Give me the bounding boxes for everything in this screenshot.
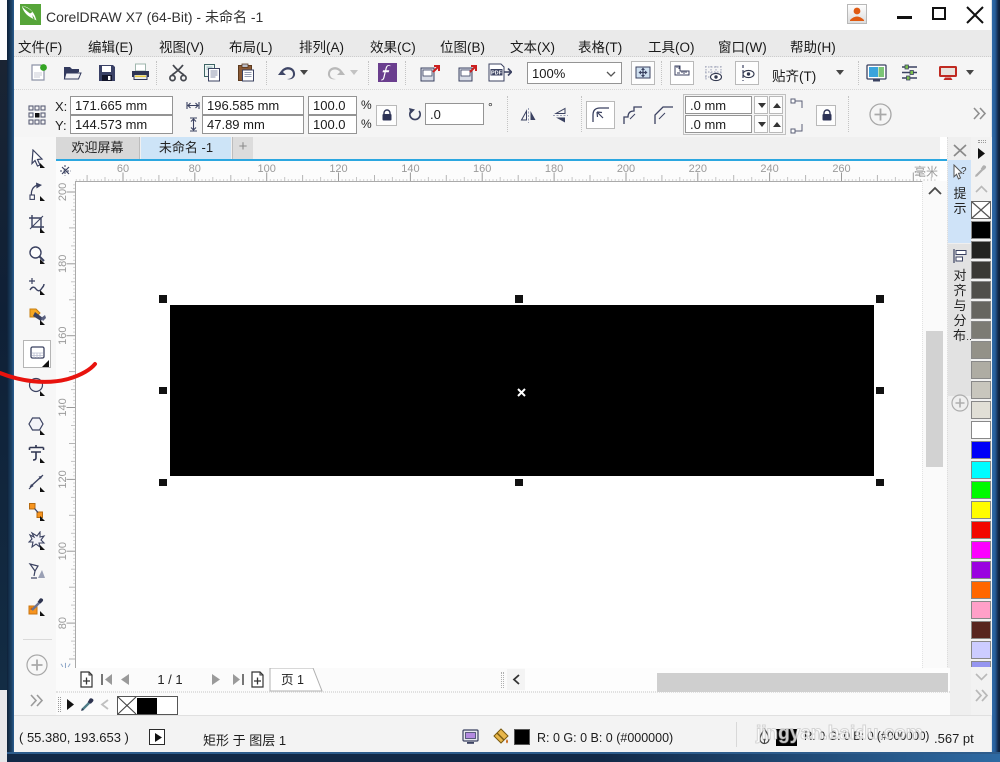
svg-text:120: 120 [57, 470, 69, 488]
svg-text:100: 100 [57, 542, 69, 560]
svg-text:PDF: PDF [491, 71, 503, 77]
svg-text:?: ? [961, 166, 967, 177]
svg-text:160: 160 [57, 327, 69, 345]
svg-text:220: 220 [689, 163, 707, 175]
svg-text:140: 140 [401, 163, 419, 175]
svg-text:100: 100 [258, 163, 276, 175]
svg-text:200: 200 [617, 163, 635, 175]
svg-text:80: 80 [189, 163, 201, 175]
svg-text:180: 180 [57, 255, 69, 273]
svg-text:200: 200 [57, 183, 69, 201]
svg-text:页 1: 页 1 [281, 673, 304, 687]
svg-text:240: 240 [760, 163, 778, 175]
svg-text:160: 160 [473, 163, 491, 175]
svg-text:120: 120 [329, 163, 347, 175]
svg-text:140: 140 [57, 398, 69, 416]
svg-text:260: 260 [832, 163, 850, 175]
svg-text:80: 80 [57, 617, 69, 629]
svg-text:60: 60 [117, 163, 129, 175]
svg-text:180: 180 [545, 163, 563, 175]
